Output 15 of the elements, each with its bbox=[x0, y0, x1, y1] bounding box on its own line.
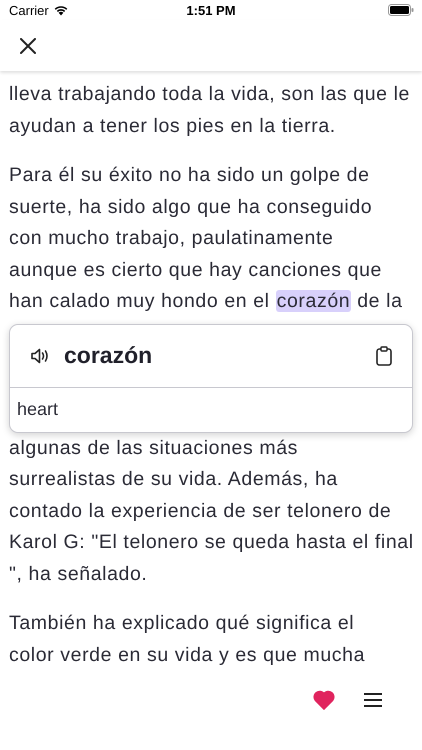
speaker-icon[interactable] bbox=[30, 346, 50, 365]
close-button[interactable] bbox=[18, 36, 38, 56]
article-paragraph: Para él su éxito no ha sido un golpe de suerte, ha sido algo que ha conseguido con mucho trabajo, paulatinamente aunque es cierto que hay canciones que han calado muy hondo en el corazón de la bbox=[9, 163, 404, 314]
carrier-label: Carrier bbox=[9, 2, 49, 18]
heart-icon[interactable] bbox=[313, 690, 335, 710]
word-title: corazón bbox=[64, 342, 154, 370]
clock: 1:51 PM bbox=[186, 2, 236, 18]
battery-icon bbox=[388, 4, 414, 16]
article-paragraph: algunas de las situaciones más surrealistas de su vida. Además, ha contado la experiencia de ser telonero de Karol G: "El telonero se queda hasta el final ", ha señalado. bbox=[9, 436, 415, 587]
article-paragraph: lleva trabajando toda la vida, son las que le ayudan a tener los pies en la tierra. bbox=[9, 82, 412, 139]
article-paragraph: También ha explicado qué significa el color verde en su vida y es que mucha bbox=[9, 611, 366, 668]
translation-text: heart bbox=[16, 398, 60, 422]
wifi-icon bbox=[52, 4, 69, 16]
menu-icon[interactable] bbox=[363, 692, 383, 708]
clipboard-icon[interactable] bbox=[376, 346, 392, 366]
